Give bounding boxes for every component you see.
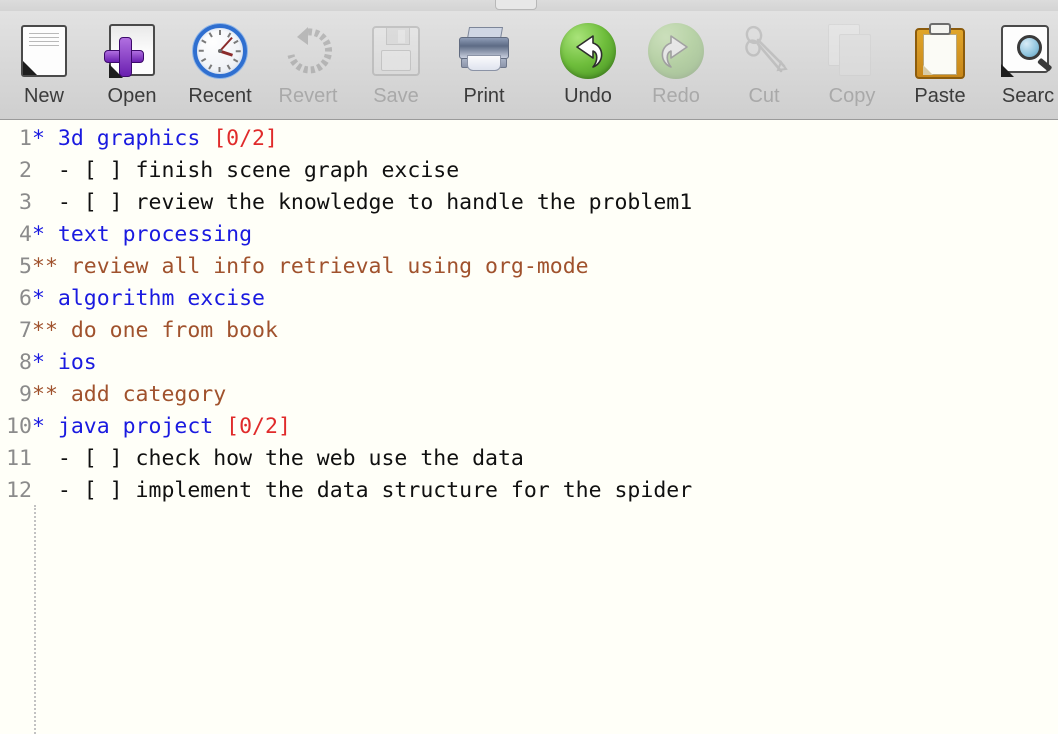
printer-icon	[455, 27, 513, 75]
search-icon	[1001, 25, 1055, 77]
line-number: 1	[19, 126, 32, 151]
revert-arrow-icon	[281, 24, 335, 78]
editor-line[interactable]: 5** review all info retrieval using org-…	[0, 251, 1058, 283]
toolbar-label: Redo	[652, 85, 700, 107]
editor-line[interactable]: 6* algorithm excise	[0, 283, 1058, 315]
editor-line[interactable]: 11 - [ ] check how the web use the data	[0, 443, 1058, 475]
new-document-icon-wrap	[14, 21, 74, 81]
editor-line[interactable]: 10* java project [0/2]	[0, 411, 1058, 443]
line-text-segment: ** do one from book	[32, 318, 278, 343]
text-editor-area[interactable]: 1* 3d graphics [0/2] 2 - [ ] finish scene…	[0, 120, 1058, 734]
open-document-icon	[104, 24, 158, 78]
toolbar-label: Searc	[1001, 85, 1055, 107]
toolbar-button-paste[interactable]: Paste	[896, 16, 984, 116]
line-text-segment: [0/2]	[213, 126, 278, 151]
line-number: 4	[19, 222, 32, 247]
editor-line[interactable]: 1* 3d graphics [0/2]	[0, 123, 1058, 155]
line-number: 3	[19, 190, 32, 215]
scissors-icon-wrap	[734, 21, 794, 81]
toolbar-button-redo: Redo	[632, 16, 720, 116]
clipboard-icon-wrap	[910, 21, 970, 81]
line-text-segment: ** review all info retrieval using org-m…	[32, 254, 589, 279]
line-number: 12	[6, 478, 32, 503]
toolbar-label: Cut	[748, 85, 780, 107]
undo-arrow-icon-wrap	[558, 21, 618, 81]
editor-line[interactable]: 4* text processing	[0, 219, 1058, 251]
line-text-segment: * text processing	[32, 222, 253, 247]
line-number: 9	[19, 382, 32, 407]
editor-line[interactable]: 7** do one from book	[0, 315, 1058, 347]
line-text-segment: * java project	[32, 414, 227, 439]
toolbar-button-copy: Copy	[808, 16, 896, 116]
redo-arrow-icon-wrap	[646, 21, 706, 81]
toolbar-button-undo[interactable]: Undo	[544, 16, 632, 116]
clock-icon	[193, 24, 247, 78]
toolbar-label: Undo	[564, 85, 612, 107]
toolbar-label: Print	[463, 85, 505, 107]
main-toolbar: New Open Recent Revert Save Print Undo Redo Cut C…	[0, 11, 1058, 120]
indent-guide-line	[34, 505, 36, 734]
editor-line[interactable]: 12 - [ ] implement the data structure fo…	[0, 475, 1058, 507]
line-number: 5	[19, 254, 32, 279]
toolbar-button-revert: Revert	[264, 16, 352, 116]
clipboard-icon	[915, 23, 965, 79]
copy-pages-icon-wrap	[822, 21, 882, 81]
window-title-strip	[0, 0, 1058, 11]
toolbar-button-print[interactable]: Print	[440, 16, 528, 116]
toolbar-button-new[interactable]: New	[0, 16, 88, 116]
editor-line[interactable]: 8* ios	[0, 347, 1058, 379]
editor-window: New Open Recent Revert Save Print Undo Redo Cut C…	[0, 0, 1058, 734]
toolbar-label: Paste	[914, 85, 966, 107]
line-text-segment: - [ ] implement the data structure for t…	[32, 478, 693, 503]
scissors-icon	[737, 24, 791, 78]
line-text-segment: [0/2]	[226, 414, 291, 439]
toolbar-label: Revert	[278, 85, 338, 107]
line-number: 10	[6, 414, 32, 439]
new-document-icon	[21, 25, 67, 77]
editor-line[interactable]: 9** add category	[0, 379, 1058, 411]
clock-icon-wrap	[190, 21, 250, 81]
toolbar-label: Recent	[188, 85, 252, 107]
toolbar-label: Copy	[828, 85, 876, 107]
toolbar-label: New	[23, 85, 64, 107]
open-document-icon-wrap	[102, 21, 162, 81]
tab-nub[interactable]	[495, 0, 537, 10]
line-number: 6	[19, 286, 32, 311]
toolbar-label: Open	[107, 85, 157, 107]
floppy-disk-icon	[372, 26, 420, 76]
line-text-segment: - [ ] check how the web use the data	[32, 446, 524, 471]
redo-arrow-icon	[648, 23, 704, 79]
revert-arrow-icon-wrap	[278, 21, 338, 81]
line-text-segment: * algorithm excise	[32, 286, 265, 311]
toolbar-button-open[interactable]: Open	[88, 16, 176, 116]
line-text-segment: ** add category	[32, 382, 227, 407]
line-text-segment: - [ ] finish scene graph excise	[32, 158, 460, 183]
floppy-disk-icon-wrap	[366, 21, 426, 81]
search-icon-wrap	[998, 21, 1058, 81]
undo-arrow-icon	[560, 23, 616, 79]
copy-pages-icon	[828, 24, 876, 78]
org-document[interactable]: 1* 3d graphics [0/2] 2 - [ ] finish scene…	[0, 120, 1058, 507]
line-number: 2	[19, 158, 32, 183]
editor-line[interactable]: 2 - [ ] finish scene graph excise	[0, 155, 1058, 187]
toolbar-button-searc[interactable]: Searc	[984, 16, 1058, 116]
line-number: 11	[6, 446, 32, 471]
line-text-segment: * 3d graphics	[32, 126, 214, 151]
toolbar-button-cut: Cut	[720, 16, 808, 116]
toolbar-label: Save	[373, 85, 419, 107]
line-number: 8	[19, 350, 32, 375]
toolbar-button-save: Save	[352, 16, 440, 116]
toolbar-button-recent[interactable]: Recent	[176, 16, 264, 116]
line-number: 7	[19, 318, 32, 343]
editor-line[interactable]: 3 - [ ] review the knowledge to handle t…	[0, 187, 1058, 219]
printer-icon-wrap	[454, 21, 514, 81]
line-text-segment: * ios	[32, 350, 97, 375]
line-text-segment: - [ ] review the knowledge to handle the…	[32, 190, 693, 215]
